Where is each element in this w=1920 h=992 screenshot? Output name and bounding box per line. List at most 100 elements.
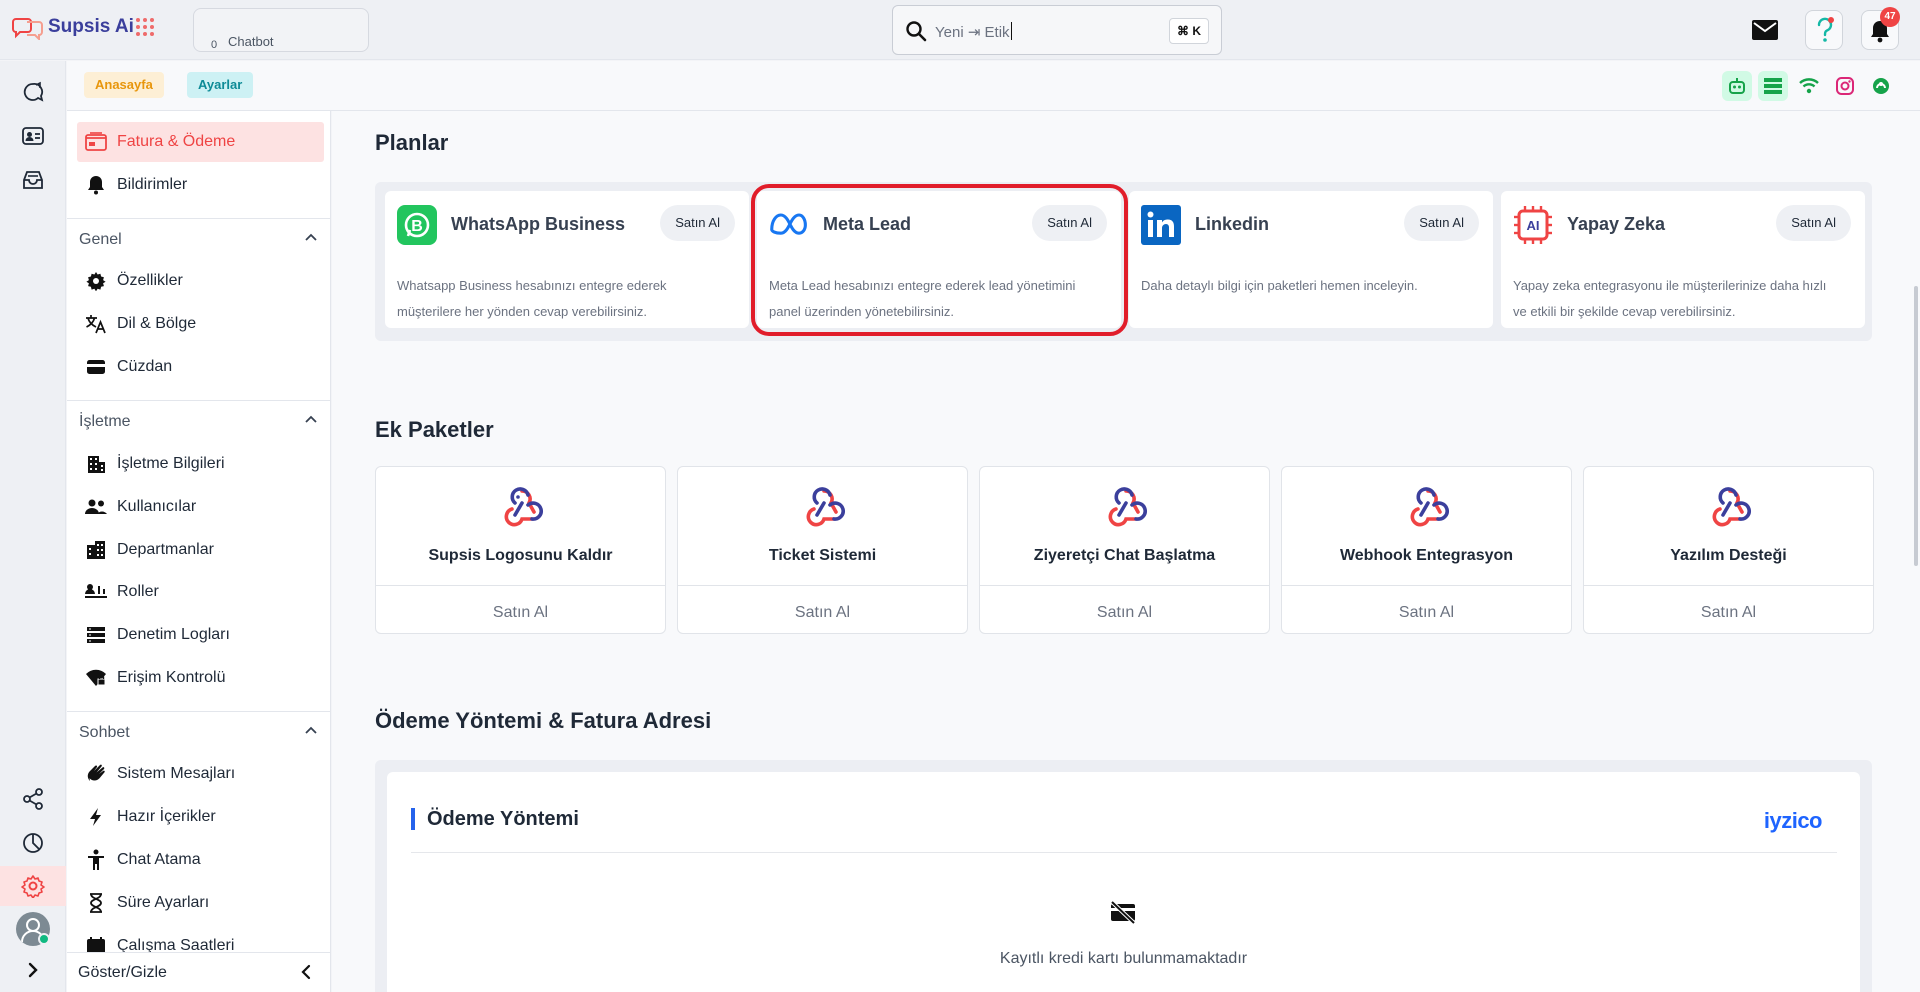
section-isletme[interactable]: İşletme bbox=[67, 400, 330, 430]
sub-header: Anasayfa Ayarlar bbox=[67, 61, 1920, 111]
server-status-icon[interactable] bbox=[1758, 71, 1788, 101]
mail-button[interactable] bbox=[1746, 10, 1784, 50]
instagram-icon[interactable] bbox=[1830, 71, 1860, 101]
rail-inbox-icon[interactable] bbox=[18, 165, 48, 195]
rail-reports-icon[interactable] bbox=[18, 828, 48, 858]
sidebar-item-label: İşletme Bilgileri bbox=[117, 455, 225, 472]
extra-card-visitor-chat: Ziyeretçi Chat Başlatma Satın Al bbox=[979, 466, 1270, 634]
section-sohbet[interactable]: Sohbet bbox=[67, 711, 330, 741]
chevron-up-icon bbox=[305, 726, 317, 734]
sidebar-item-language[interactable]: Dil & Bölge bbox=[77, 304, 324, 344]
hourglass-icon bbox=[85, 892, 107, 914]
plans-heading: Planlar bbox=[375, 130, 449, 155]
rail-settings-icon[interactable] bbox=[0, 866, 66, 906]
sidebar-item-audit-logs[interactable]: Denetim Logları bbox=[77, 615, 324, 655]
rail-expand-icon[interactable] bbox=[18, 955, 48, 985]
channel-status-icons bbox=[1722, 71, 1896, 101]
chatbot-tab[interactable]: 0 Chatbot bbox=[193, 8, 369, 52]
chevron-up-icon bbox=[305, 233, 317, 241]
sidebar-item-business-info[interactable]: İşletme Bilgileri bbox=[77, 444, 324, 484]
help-button[interactable] bbox=[1805, 10, 1843, 50]
sidebar-item-label: Süre Ayarları bbox=[117, 894, 210, 911]
divider bbox=[1584, 585, 1873, 586]
buy-button[interactable]: Satın Al bbox=[678, 604, 967, 622]
buy-button[interactable]: Satın Al bbox=[1404, 205, 1479, 241]
buy-button[interactable]: Satın Al bbox=[1282, 604, 1571, 622]
section-title: Genel bbox=[79, 231, 122, 248]
wifi-status-icon[interactable] bbox=[1794, 71, 1824, 101]
sidebar-item-chat-assignment[interactable]: Chat Atama bbox=[77, 840, 324, 880]
search-input[interactable]: Yeni ⇥ Etik ⌘ K bbox=[892, 5, 1222, 55]
sidebar-item-access-control[interactable]: Erişim Kontrolü bbox=[77, 658, 324, 698]
sidebar-item-canned-responses[interactable]: Hazır İçerikler bbox=[77, 797, 324, 837]
left-rail bbox=[0, 61, 66, 992]
logo-icon bbox=[12, 18, 43, 40]
sidebar-item-label: Bildirimler bbox=[117, 176, 188, 193]
plan-card-ai: AI Yapay Zeka Satın Al Yapay zeka entegr… bbox=[1501, 191, 1865, 328]
payment-method-card: Ödeme Yöntemi iyzico Kayıtlı kredi kartı… bbox=[387, 772, 1860, 992]
no-credit-card-icon bbox=[1110, 900, 1136, 924]
sidebar-item-roles[interactable]: Roller bbox=[77, 572, 324, 612]
extra-title: Supsis Logosunu Kaldır bbox=[428, 547, 613, 564]
buy-button[interactable]: Satın Al bbox=[1776, 205, 1851, 241]
webhook-icon bbox=[1712, 487, 1751, 527]
divider bbox=[1282, 585, 1571, 586]
brand-logo[interactable]: Supsis Ai bbox=[12, 14, 134, 40]
wallet-icon bbox=[85, 356, 107, 378]
notifications-button[interactable]: 47 bbox=[1861, 7, 1900, 50]
sidebar-item-system-messages[interactable]: Sistem Mesajları bbox=[77, 754, 324, 794]
rail-chat-icon[interactable] bbox=[18, 77, 48, 107]
extra-card-software-support: Yazılım Desteği Satın Al bbox=[1583, 466, 1874, 634]
svg-text:AI: AI bbox=[1527, 218, 1540, 233]
breadcrumb-current[interactable]: Ayarlar bbox=[187, 72, 254, 98]
apps-grid-icon[interactable] bbox=[135, 17, 155, 37]
sidebar-toggle[interactable]: Göster/Gizle bbox=[67, 952, 331, 992]
svg-text:B: B bbox=[411, 218, 423, 235]
payment-method-title: Ödeme Yöntemi bbox=[411, 808, 579, 830]
divider bbox=[980, 585, 1269, 586]
chevron-left-icon bbox=[301, 964, 311, 980]
buy-button[interactable]: Satın Al bbox=[980, 604, 1269, 622]
meta-lead-highlight bbox=[751, 184, 1128, 336]
extra-card-remove-logo: Supsis Logosunu Kaldır Satın Al bbox=[375, 466, 666, 634]
sidebar-item-departments[interactable]: Departmanlar bbox=[77, 530, 324, 570]
search-text: Yeni ⇥ Etik bbox=[935, 22, 1012, 41]
buy-button[interactable]: Satın Al bbox=[660, 205, 735, 241]
extras-heading: Ek Paketler bbox=[375, 417, 494, 442]
linkedin-icon bbox=[1141, 205, 1181, 245]
rail-contacts-icon[interactable] bbox=[18, 121, 48, 151]
sidebar-item-users[interactable]: Kullanıcılar bbox=[77, 487, 324, 527]
top-bar: Supsis Ai 0 Chatbot Yeni ⇥ Etik ⌘ K 47 bbox=[0, 0, 1920, 60]
sidebar-item-time-settings[interactable]: Süre Ayarları bbox=[77, 883, 324, 923]
section-genel[interactable]: Genel bbox=[67, 218, 330, 248]
section-title: İşletme bbox=[79, 413, 131, 430]
sidebar-item-label: Erişim Kontrolü bbox=[117, 669, 226, 686]
plan-title: Linkedin bbox=[1195, 214, 1270, 234]
whatsapp-icon: B bbox=[397, 205, 437, 245]
plan-card-linkedin: Linkedin Satın Al Daha detaylı bilgi içi… bbox=[1129, 191, 1493, 328]
rail-share-icon[interactable] bbox=[18, 784, 48, 814]
sidebar-item-billing[interactable]: Fatura & Ödeme bbox=[77, 122, 324, 162]
breadcrumb-home[interactable]: Anasayfa bbox=[84, 72, 164, 98]
extra-title: Yazılım Desteği bbox=[1670, 547, 1787, 564]
scrollbar[interactable] bbox=[1914, 286, 1918, 566]
divider bbox=[376, 585, 665, 586]
plan-description: Yapay zeka entegrasyonu ile müşterilerin… bbox=[1513, 278, 1827, 319]
bot-status-icon[interactable] bbox=[1722, 71, 1752, 101]
webhook-icon bbox=[504, 487, 543, 527]
headset-status-icon[interactable] bbox=[1866, 71, 1896, 101]
empty-cards-message: Kayıtlı kredi kartı bulunmamaktadır bbox=[999, 950, 1248, 967]
webhook-icon bbox=[1108, 487, 1147, 527]
buy-button[interactable]: Satın Al bbox=[376, 604, 665, 622]
sidebar-item-notifications[interactable]: Bildirimler bbox=[77, 165, 324, 205]
search-shortcut: ⌘ K bbox=[1169, 18, 1209, 44]
buy-button[interactable]: Satın Al bbox=[1584, 604, 1873, 622]
sidebar-item-features[interactable]: Özellikler bbox=[77, 261, 324, 301]
plan-description: Whatsapp Business hesabınızı entegre ede… bbox=[397, 278, 667, 319]
brand-name: Supsis Ai bbox=[48, 16, 134, 37]
sidebar-item-label: Roller bbox=[117, 583, 159, 600]
sidebar-item-wallet[interactable]: Cüzdan bbox=[77, 347, 324, 387]
extra-title: Ziyeretçi Chat Başlatma bbox=[1033, 547, 1216, 564]
plan-title: WhatsApp Business bbox=[451, 214, 626, 234]
sidebar-item-label: Sistem Mesajları bbox=[117, 765, 236, 782]
